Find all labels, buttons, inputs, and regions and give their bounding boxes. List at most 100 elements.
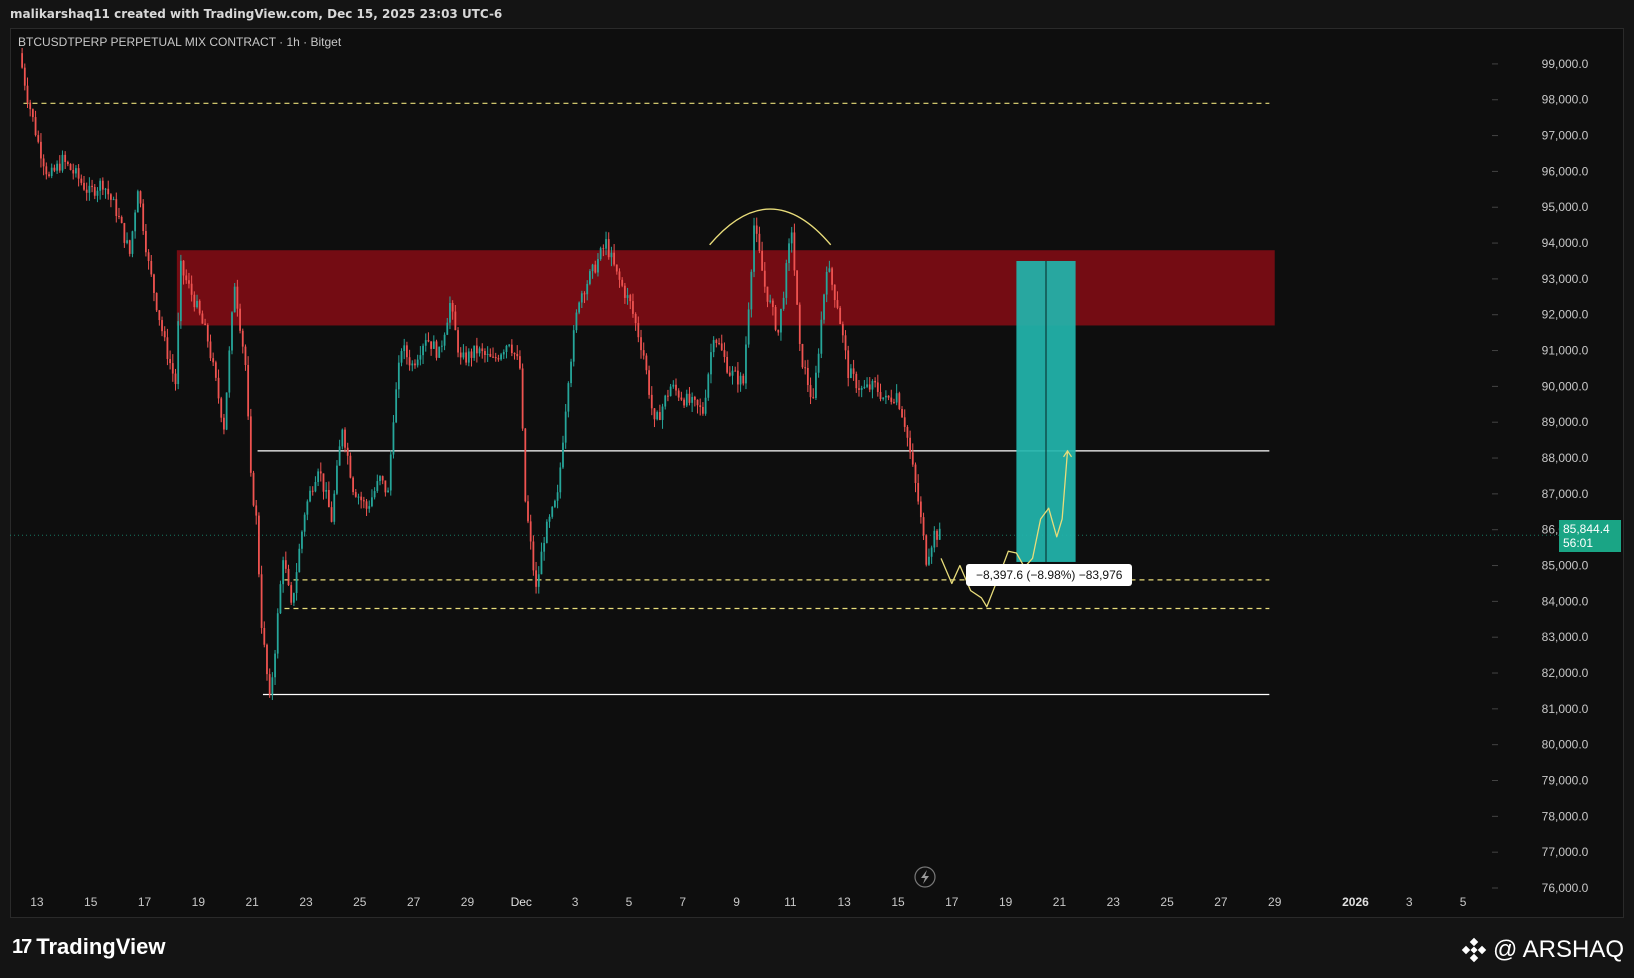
candle-body bbox=[806, 367, 809, 386]
candle-body bbox=[777, 329, 780, 333]
candle-body bbox=[144, 231, 147, 253]
price-chart[interactable]: 99,000.0 98,000.0 97,000.0 96,000.0 95,000.0… bbox=[0, 0, 1634, 920]
symbol-info[interactable]: BTCUSDTPERP PERPETUAL MIX CONTRACT · 1h … bbox=[18, 35, 341, 49]
candle-body bbox=[715, 340, 718, 343]
candle-body bbox=[613, 252, 616, 265]
candle-body bbox=[440, 345, 443, 347]
candle-body bbox=[362, 500, 365, 502]
candle-body bbox=[583, 293, 586, 295]
last-price-value: 85,844.4 bbox=[1563, 522, 1610, 536]
candle-body bbox=[435, 341, 438, 358]
x-tick-label: 11 bbox=[784, 895, 797, 909]
candle-body bbox=[486, 353, 489, 356]
candle-body bbox=[642, 350, 645, 356]
candle-body bbox=[349, 455, 352, 478]
x-tick-label: 27 bbox=[1214, 895, 1228, 909]
x-tick-label: 21 bbox=[246, 895, 260, 909]
candle-body bbox=[381, 476, 384, 481]
candle-body bbox=[839, 307, 842, 325]
candle-body bbox=[48, 174, 50, 176]
candle-body bbox=[656, 412, 659, 420]
candle-body bbox=[252, 472, 255, 506]
x-tick-label: 15 bbox=[891, 895, 905, 909]
y-tick-label: 87,000.0 bbox=[1542, 487, 1589, 501]
candle-body bbox=[516, 353, 519, 357]
candle-body bbox=[815, 372, 817, 398]
candle-body bbox=[572, 330, 575, 362]
candle-body bbox=[475, 345, 478, 354]
candle-body bbox=[537, 574, 540, 587]
candle-body bbox=[31, 109, 34, 118]
candle-body bbox=[556, 492, 559, 501]
footer-bar bbox=[0, 920, 1634, 978]
candle-body bbox=[605, 239, 607, 249]
candle-body bbox=[618, 271, 621, 280]
candle-body bbox=[91, 185, 93, 188]
tradingview-logo[interactable]: 17 TradingView bbox=[12, 934, 165, 960]
y-tick-label: 98,000.0 bbox=[1542, 93, 1589, 107]
candle-body bbox=[292, 593, 295, 603]
candle-body bbox=[535, 570, 537, 587]
x-tick-label: 29 bbox=[461, 895, 475, 909]
candle-body bbox=[37, 135, 40, 142]
candle-body bbox=[933, 530, 936, 548]
candle-body bbox=[500, 354, 502, 360]
candle-body bbox=[680, 397, 683, 400]
candle-body bbox=[395, 389, 398, 423]
candle-body bbox=[599, 248, 602, 260]
y-tick-label: 80,000.0 bbox=[1542, 738, 1589, 752]
candle-body bbox=[301, 531, 303, 549]
candle-body bbox=[532, 541, 535, 571]
candle-body bbox=[521, 368, 524, 429]
candle-body bbox=[739, 375, 742, 385]
candle-body bbox=[454, 311, 457, 331]
candle-body bbox=[212, 358, 215, 363]
candle-body bbox=[134, 212, 137, 232]
lightning-icon-bolt bbox=[921, 870, 929, 884]
candle-body bbox=[85, 189, 88, 193]
candle-body bbox=[419, 355, 422, 360]
candle-body bbox=[80, 178, 83, 183]
candle-body bbox=[551, 506, 554, 517]
candle-body bbox=[110, 194, 112, 200]
candle-body bbox=[99, 180, 102, 191]
candle-body bbox=[841, 324, 844, 336]
candle-body bbox=[632, 301, 634, 314]
candle-body bbox=[693, 396, 696, 400]
x-tick-label: 5 bbox=[626, 895, 633, 909]
candle-body bbox=[290, 585, 293, 603]
candle-body bbox=[40, 141, 42, 159]
candle-body bbox=[594, 264, 597, 273]
candle-body bbox=[591, 264, 594, 272]
candle-body bbox=[161, 320, 163, 332]
candle-body bbox=[414, 363, 416, 366]
candle-body bbox=[449, 303, 451, 323]
candle-body bbox=[58, 163, 61, 171]
top-arc bbox=[709, 208, 832, 246]
candle-body bbox=[820, 319, 823, 354]
candle-body bbox=[497, 358, 500, 360]
x-tick-label: 17 bbox=[945, 895, 959, 909]
watermark-brand: @ ARSHAQ bbox=[1461, 936, 1624, 964]
candle-body bbox=[236, 286, 239, 309]
candle-body bbox=[34, 117, 37, 136]
candle-body bbox=[669, 386, 672, 397]
candle-body bbox=[379, 476, 381, 482]
candle-body bbox=[683, 399, 685, 406]
candle-body bbox=[217, 377, 220, 399]
candle-body bbox=[763, 270, 766, 287]
candle-body bbox=[123, 223, 126, 243]
candle-body bbox=[206, 325, 209, 342]
zone-layer bbox=[176, 250, 1275, 326]
candle-body bbox=[906, 426, 909, 438]
candle-body bbox=[884, 395, 887, 398]
y-tick-label: 81,000.0 bbox=[1542, 702, 1589, 716]
y-tick-label: 95,000.0 bbox=[1542, 200, 1589, 214]
candle-body bbox=[26, 85, 29, 103]
candle-body bbox=[790, 232, 793, 244]
y-tick-label: 84,000.0 bbox=[1542, 594, 1589, 608]
candle-body bbox=[470, 351, 473, 358]
candle-body bbox=[228, 350, 231, 393]
candle-body bbox=[825, 271, 828, 295]
candle-body bbox=[64, 154, 67, 162]
